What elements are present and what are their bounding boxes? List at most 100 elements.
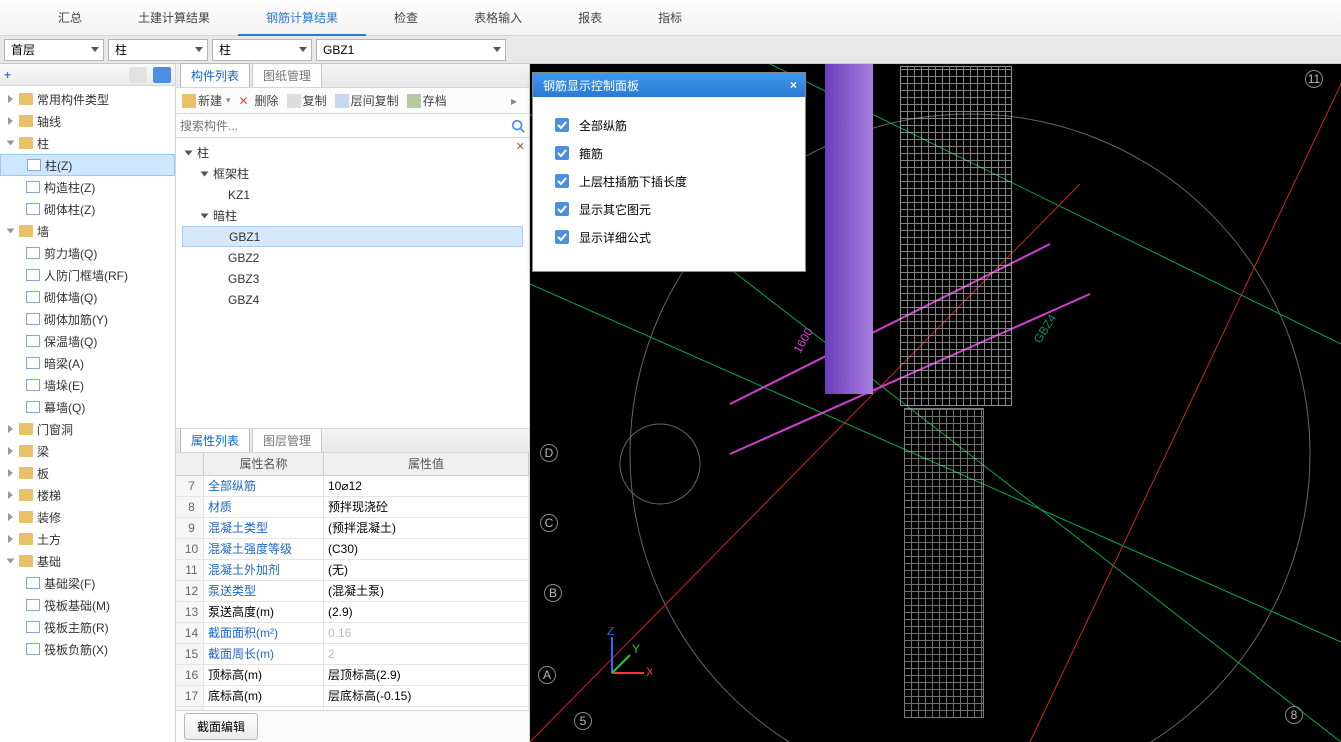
folder-icon <box>19 511 33 523</box>
sidebar-item[interactable]: 剪力墙(Q) <box>0 242 175 264</box>
filter-floor[interactable]: 首层 <box>4 39 104 61</box>
sidebar-item[interactable]: 暗梁(A) <box>0 352 175 374</box>
component-search-input[interactable] <box>180 119 511 133</box>
tree-item[interactable]: 柱 <box>182 142 523 163</box>
sidebar-item[interactable]: 装修 <box>0 506 175 528</box>
tab-summary[interactable]: 汇总 <box>30 0 110 36</box>
checkbox-checked-icon[interactable] <box>555 118 569 132</box>
sidebar-item[interactable]: 筏板基础(M) <box>0 594 175 616</box>
property-value[interactable]: 0.16 <box>324 623 529 643</box>
sidebar-item[interactable]: 门窗洞 <box>0 418 175 440</box>
checkbox-checked-icon[interactable] <box>555 230 569 244</box>
checkbox-row[interactable]: 箍筋 <box>533 139 805 167</box>
property-row[interactable]: 11混凝土外加剂(无) <box>176 560 529 581</box>
section-edit-button[interactable]: 截面编辑 <box>184 713 258 740</box>
checkbox-row[interactable]: 显示详细公式 <box>533 223 805 251</box>
property-value[interactable]: (无) <box>324 560 529 580</box>
add-icon[interactable]: + <box>4 68 11 82</box>
sidebar-item[interactable]: 板 <box>0 462 175 484</box>
sidebar-item[interactable]: 墙垛(E) <box>0 374 175 396</box>
property-value[interactable]: 2 <box>324 644 529 664</box>
tab-civil-result[interactable]: 土建计算结果 <box>110 0 238 36</box>
view-toggle-2[interactable] <box>153 67 171 83</box>
property-row[interactable]: 8材质预拌现浇砼 <box>176 497 529 518</box>
sidebar-item[interactable]: 基础 <box>0 550 175 572</box>
property-row[interactable]: 15截面周长(m)2 <box>176 644 529 665</box>
property-value[interactable]: 预拌现浇砼 <box>324 497 529 517</box>
tab-index[interactable]: 指标 <box>630 0 710 36</box>
filter-cat2[interactable]: 柱 <box>212 39 312 61</box>
tree-item[interactable]: 暗柱 <box>182 205 523 226</box>
sidebar-item[interactable]: 墙 <box>0 220 175 242</box>
tree-item[interactable]: GBZ4 <box>182 289 523 310</box>
sidebar-item[interactable]: 常用构件类型 <box>0 88 175 110</box>
delete-button[interactable]: ✕删除 <box>239 92 279 109</box>
sidebar-item[interactable]: 幕墙(Q) <box>0 396 175 418</box>
new-button[interactable]: 新建▾ <box>182 92 231 109</box>
sidebar-item[interactable]: 基础梁(F) <box>0 572 175 594</box>
archive-button[interactable]: 存档 <box>407 92 447 109</box>
property-value[interactable]: 10⌀12 <box>324 476 529 496</box>
tab-report[interactable]: 报表 <box>550 0 630 36</box>
property-row[interactable]: 13泵送高度(m)(2.9) <box>176 602 529 623</box>
property-value[interactable]: (C30) <box>324 539 529 559</box>
sidebar-item[interactable]: 构造柱(Z) <box>0 176 175 198</box>
sidebar-item[interactable]: 楼梯 <box>0 484 175 506</box>
checkbox-checked-icon[interactable] <box>555 146 569 160</box>
search-icon[interactable] <box>511 119 525 133</box>
sidebar-item[interactable]: 砌体柱(Z) <box>0 198 175 220</box>
sidebar-item[interactable]: 土方 <box>0 528 175 550</box>
tab-rebar-result[interactable]: 钢筋计算结果 <box>238 0 366 36</box>
sidebar-item[interactable]: 保温墙(Q) <box>0 330 175 352</box>
property-row[interactable]: 9混凝土类型(预拌混凝土) <box>176 518 529 539</box>
checkbox-row[interactable]: 显示其它图元 <box>533 195 805 223</box>
property-value[interactable]: 层底标高(-0.15) <box>324 686 529 706</box>
floor-copy-button[interactable]: 层间复制 <box>335 92 399 109</box>
popup-titlebar[interactable]: 钢筋显示控制面板 × <box>533 73 805 97</box>
tab-property-list[interactable]: 属性列表 <box>180 428 250 452</box>
sidebar-item[interactable]: 筏板主筋(R) <box>0 616 175 638</box>
sidebar-item[interactable]: 人防门框墙(RF) <box>0 264 175 286</box>
checkbox-checked-icon[interactable] <box>555 202 569 216</box>
sidebar-item[interactable]: 柱(Z) <box>0 154 175 176</box>
checkbox-checked-icon[interactable] <box>555 174 569 188</box>
filter-cat1[interactable]: 柱 <box>108 39 208 61</box>
view-toggle-1[interactable] <box>129 67 147 83</box>
property-value[interactable]: 层顶标高(2.9) <box>324 665 529 685</box>
tab-table-input[interactable]: 表格输入 <box>446 0 550 36</box>
property-value[interactable]: (混凝土泵) <box>324 581 529 601</box>
sidebar-item[interactable]: 柱 <box>0 132 175 154</box>
property-row[interactable]: 17底标高(m)层底标高(-0.15) <box>176 686 529 707</box>
tree-item-label: GBZ3 <box>228 272 259 286</box>
axis-gizmo[interactable]: X Z Y <box>592 627 652 687</box>
tab-component-list[interactable]: 构件列表 <box>180 63 250 87</box>
tab-check[interactable]: 检查 <box>366 0 446 36</box>
tree-item[interactable]: KZ1 <box>182 184 523 205</box>
sidebar-item[interactable]: 梁 <box>0 440 175 462</box>
property-row[interactable]: 12泵送类型(混凝土泵) <box>176 581 529 602</box>
property-row[interactable]: 14截面面积(m²)0.16 <box>176 623 529 644</box>
property-row[interactable]: 7全部纵筋10⌀12 <box>176 476 529 497</box>
overflow-icon[interactable]: ▸ <box>511 94 523 108</box>
filter-element[interactable]: GBZ1 <box>316 39 506 61</box>
property-value[interactable]: (2.9) <box>324 602 529 622</box>
tree-item[interactable]: GBZ3 <box>182 268 523 289</box>
panel-close-icon[interactable]: ✕ <box>516 140 525 153</box>
copy-button[interactable]: 复制 <box>287 92 327 109</box>
property-value[interactable]: (预拌混凝土) <box>324 518 529 538</box>
property-row[interactable]: 10混凝土强度等级(C30) <box>176 539 529 560</box>
popup-close-icon[interactable]: × <box>790 79 797 91</box>
tree-item[interactable]: 框架柱 <box>182 163 523 184</box>
sidebar-item[interactable]: 轴线 <box>0 110 175 132</box>
sidebar-item[interactable]: 砌体墙(Q) <box>0 286 175 308</box>
checkbox-row[interactable]: 全部纵筋 <box>533 111 805 139</box>
checkbox-row[interactable]: 上层柱插筋下插长度 <box>533 167 805 195</box>
tree-item[interactable]: GBZ1 <box>182 226 523 247</box>
property-name: 泵送类型 <box>204 581 324 601</box>
tree-item[interactable]: GBZ2 <box>182 247 523 268</box>
sidebar-item[interactable]: 砌体加筋(Y) <box>0 308 175 330</box>
property-row[interactable]: 16顶标高(m)层顶标高(2.9) <box>176 665 529 686</box>
tab-drawing-manage[interactable]: 图纸管理 <box>252 63 322 87</box>
sidebar-item[interactable]: 筏板负筋(X) <box>0 638 175 660</box>
tab-layer-manage[interactable]: 图层管理 <box>252 428 322 452</box>
